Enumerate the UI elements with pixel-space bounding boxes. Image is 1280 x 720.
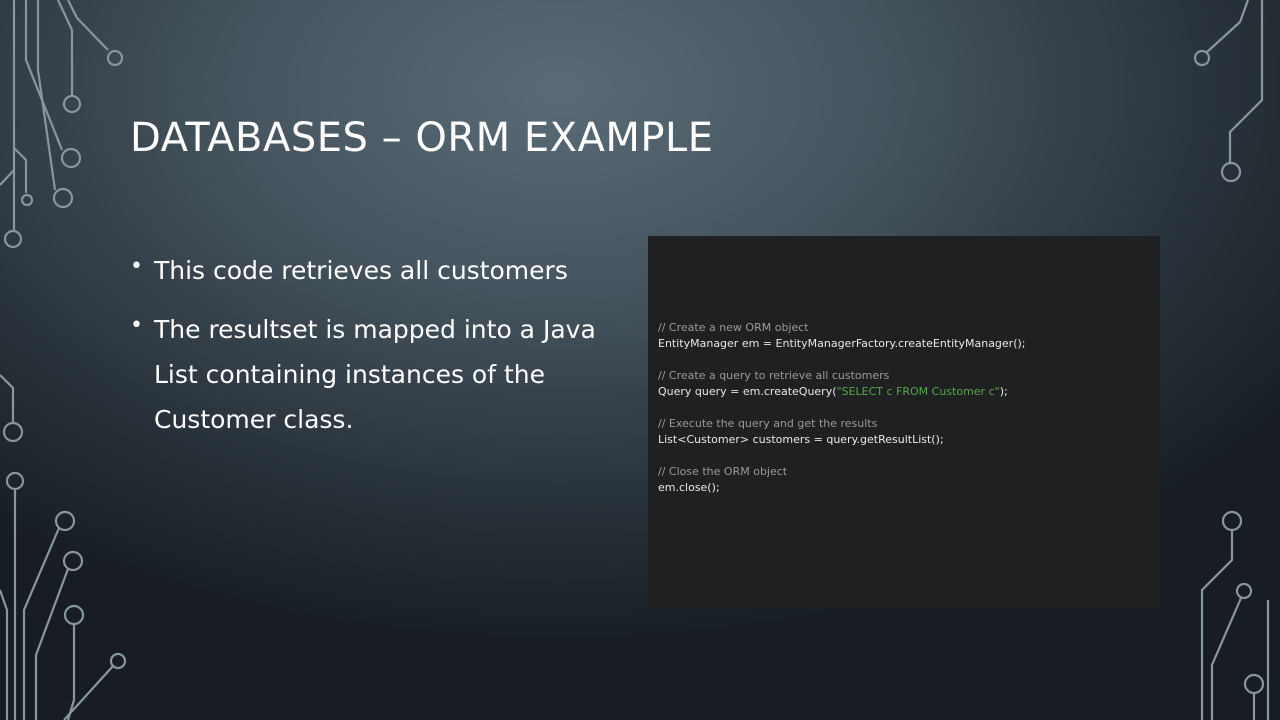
bullet-text: The resultset is mapped into a Java List…: [154, 315, 596, 434]
bullet-list: • This code retrieves all customers • Th…: [130, 248, 620, 456]
code-segment: Query query = em.createQuery(: [658, 385, 837, 398]
bullet-item: • This code retrieves all customers: [130, 248, 620, 293]
code-comment-line: // Execute the query and get the results: [658, 417, 878, 430]
code-line: List<Customer> customers = query.getResu…: [658, 433, 944, 446]
slide-title: DATABASES – ORM EXAMPLE: [130, 115, 714, 161]
bullet-item: • The resultset is mapped into a Java Li…: [130, 307, 620, 442]
code-line: Query query = em.createQuery("SELECT c F…: [658, 384, 1150, 400]
code-comment-line: // Create a new ORM object: [658, 321, 809, 334]
code-snippet-panel: // Create a new ORM object EntityManager…: [648, 236, 1160, 608]
bullet-dot-icon: •: [130, 254, 143, 279]
code-line: EntityManager em = EntityManagerFactory.…: [658, 337, 1026, 350]
code-string-literal: "SELECT c FROM Customer c": [836, 385, 1000, 398]
code-comment-line: // Close the ORM object: [658, 465, 788, 478]
bullet-text: This code retrieves all customers: [154, 256, 568, 285]
code-segment: );: [999, 385, 1008, 398]
bullet-dot-icon: •: [130, 313, 143, 338]
code-comment-line: // Create a query to retrieve all custom…: [658, 369, 890, 382]
code-line: em.close();: [658, 481, 720, 494]
